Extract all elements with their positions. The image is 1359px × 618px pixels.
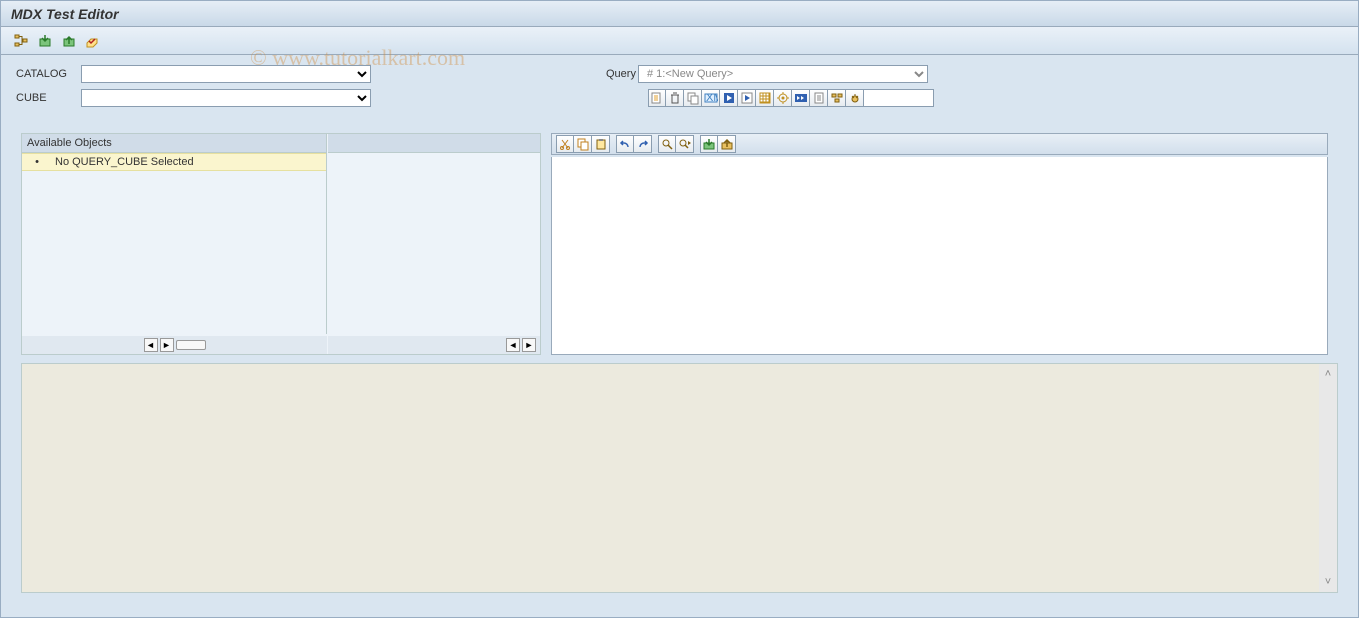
output-panel: ˄ ˅: [21, 363, 1338, 593]
cube-label: CUBE: [16, 92, 81, 104]
query-select[interactable]: # 1:<New Query>: [638, 65, 928, 83]
execute-icon[interactable]: [738, 89, 756, 107]
scroll-left-icon[interactable]: ◄: [144, 338, 158, 352]
debug-icon[interactable]: [846, 89, 864, 107]
undo-icon[interactable]: [616, 135, 634, 153]
objects-header: Available Objects: [22, 134, 326, 153]
scroll-down-icon[interactable]: ˅: [1325, 576, 1331, 588]
application-toolbar: [1, 27, 1358, 55]
redo-icon[interactable]: [634, 135, 652, 153]
load-icon[interactable]: [700, 135, 718, 153]
scroll-right-icon[interactable]: ►: [522, 338, 536, 352]
content-area: CATALOG CUBE Query # 1:<New Query> X: [1, 55, 1358, 593]
scroll-up-icon[interactable]: ˄: [1325, 368, 1331, 380]
catalog-select[interactable]: [81, 65, 371, 83]
cube-select[interactable]: [81, 89, 371, 107]
details-scrollbar: ◄ ►: [328, 336, 540, 354]
delete-icon[interactable]: [666, 89, 684, 107]
catalog-label: CATALOG: [16, 68, 81, 80]
objects-empty-text: No QUERY_CUBE Selected: [47, 156, 194, 168]
query-toolbar: XML: [648, 89, 1343, 107]
doc-icon[interactable]: [810, 89, 828, 107]
find-next-icon[interactable]: [676, 135, 694, 153]
output-scrollbar: ˄ ˅: [1319, 364, 1337, 592]
run-fwd-icon[interactable]: [792, 89, 810, 107]
editor-panel: [551, 133, 1328, 355]
grid-icon[interactable]: [756, 89, 774, 107]
available-objects-panel: Available Objects • No QUERY_CUBE Select…: [22, 134, 327, 334]
scroll-handle[interactable]: [176, 340, 206, 350]
copy-icon[interactable]: [574, 135, 592, 153]
objects-empty-row: • No QUERY_CUBE Selected: [22, 153, 326, 171]
flatten-icon[interactable]: [828, 89, 846, 107]
find-icon[interactable]: [658, 135, 676, 153]
objects-details-panel: [328, 134, 540, 334]
query-label: Query: [606, 68, 638, 80]
tree-icon[interactable]: [11, 31, 31, 51]
edit-check-icon[interactable]: [83, 31, 103, 51]
copy-query-icon[interactable]: [684, 89, 702, 107]
scroll-right-icon[interactable]: ►: [160, 338, 174, 352]
objects-container: Available Objects • No QUERY_CUBE Select…: [21, 133, 541, 355]
scroll-left-icon[interactable]: ◄: [506, 338, 520, 352]
page-title: MDX Test Editor: [11, 6, 119, 22]
save-icon[interactable]: [718, 135, 736, 153]
xml-icon[interactable]: XML: [702, 89, 720, 107]
editor-toolbar: [551, 133, 1328, 155]
new-query-icon[interactable]: [648, 89, 666, 107]
execute-blue-icon[interactable]: [720, 89, 738, 107]
app-window: © www.tutorialkart.com MDX Test Editor C…: [0, 0, 1359, 618]
details-header: [328, 134, 540, 153]
svg-text:XML: XML: [706, 92, 718, 104]
bullet-icon: •: [27, 156, 47, 168]
import-icon[interactable]: [35, 31, 55, 51]
settings-icon[interactable]: [774, 89, 792, 107]
title-bar: MDX Test Editor: [1, 1, 1358, 27]
cut-icon[interactable]: [556, 135, 574, 153]
export-icon[interactable]: [59, 31, 79, 51]
paste-icon[interactable]: [592, 135, 610, 153]
mdx-editor[interactable]: [551, 157, 1328, 355]
query-toolbar-input[interactable]: [864, 89, 934, 107]
objects-scrollbar: ◄ ►: [22, 336, 327, 354]
